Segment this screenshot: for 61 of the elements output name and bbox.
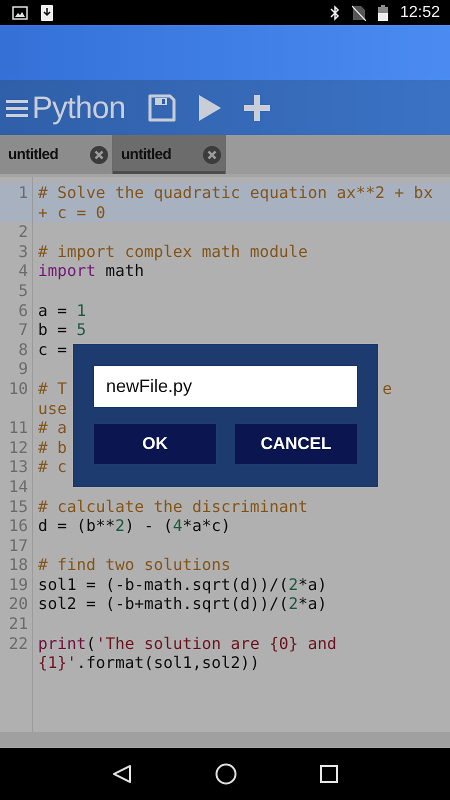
line-number: 12: [8, 438, 29, 458]
no-sim-icon: [352, 4, 366, 20]
code-text: c =: [38, 340, 67, 360]
code-text: a = 1: [38, 300, 86, 320]
save-icon[interactable]: [148, 94, 176, 122]
back-icon[interactable]: [112, 764, 132, 784]
filename-field[interactable]: newFile.py: [94, 366, 357, 407]
line-number: 20: [8, 594, 29, 614]
code-text: # find two solutions: [38, 555, 231, 575]
dialog-button[interactable]: CANCEL: [235, 424, 357, 464]
line-number: 9: [17, 359, 29, 379]
line-number: 8: [17, 340, 29, 360]
file-tab[interactable]: untitled: [113, 135, 226, 174]
home-icon[interactable]: [214, 763, 237, 785]
line-number: 4: [17, 261, 29, 281]
line-number: 2: [17, 222, 29, 242]
code-text: b = 5: [38, 320, 86, 340]
play-icon[interactable]: [198, 94, 222, 122]
code-text: # calculate the discriminant: [38, 496, 308, 516]
code-text: use: [38, 398, 67, 418]
line-number: 18: [8, 555, 29, 575]
line-number: 16: [8, 516, 29, 536]
code-text: sol2 = (-b+math.sqrt(d))/(2*a): [38, 594, 327, 614]
dialog-button[interactable]: OK: [94, 424, 216, 464]
line-number: 5: [17, 280, 29, 301]
line-number: 6: [17, 300, 29, 320]
line-number: 1: [17, 183, 29, 204]
file-tab[interactable]: untitled: [0, 135, 113, 174]
download-icon: [40, 4, 54, 22]
code-text: e: [382, 378, 392, 399]
line-number: 7: [17, 320, 29, 340]
line-number: 13: [8, 457, 29, 477]
picture-icon: [12, 6, 28, 20]
code-text: print('The solution are {0} and {1}'.format(sol1,sol2)): [38, 634, 338, 673]
code-text: sol1 = (-b-math.sqrt(d))/(2*a): [38, 574, 327, 594]
code-text: # b: [38, 438, 67, 458]
plus-icon[interactable]: [244, 94, 270, 120]
code-text: # import complex math module: [38, 242, 308, 262]
line-number: 10: [8, 378, 29, 400]
line-number: 17: [8, 536, 29, 556]
bluetooth-icon: [330, 4, 340, 20]
line-number: 14: [8, 476, 29, 496]
code-text: # T: [38, 378, 67, 399]
code-text: import math: [38, 261, 144, 281]
line-number: 15: [8, 496, 29, 516]
code-text: # a: [38, 418, 67, 438]
close-icon[interactable]: [203, 146, 221, 164]
line-number: 19: [8, 574, 29, 594]
code-text: # Solve the quadratic equation ax**2 + bx + c = 0: [38, 183, 434, 222]
code-text: d = (b**2) - (4*a*c): [38, 516, 231, 536]
code-text: # c: [38, 457, 67, 477]
line-number: 11: [8, 418, 29, 438]
battery-icon: [378, 4, 388, 20]
menu-icon[interactable]: [6, 98, 28, 116]
clock-time: 12:52: [400, 4, 440, 22]
line-number: 22: [8, 634, 29, 655]
line-number: 3: [17, 242, 29, 262]
recents-icon[interactable]: [320, 765, 338, 783]
app-title: Python: [32, 90, 126, 126]
line-number: 21: [8, 614, 29, 634]
close-icon[interactable]: [90, 146, 108, 164]
